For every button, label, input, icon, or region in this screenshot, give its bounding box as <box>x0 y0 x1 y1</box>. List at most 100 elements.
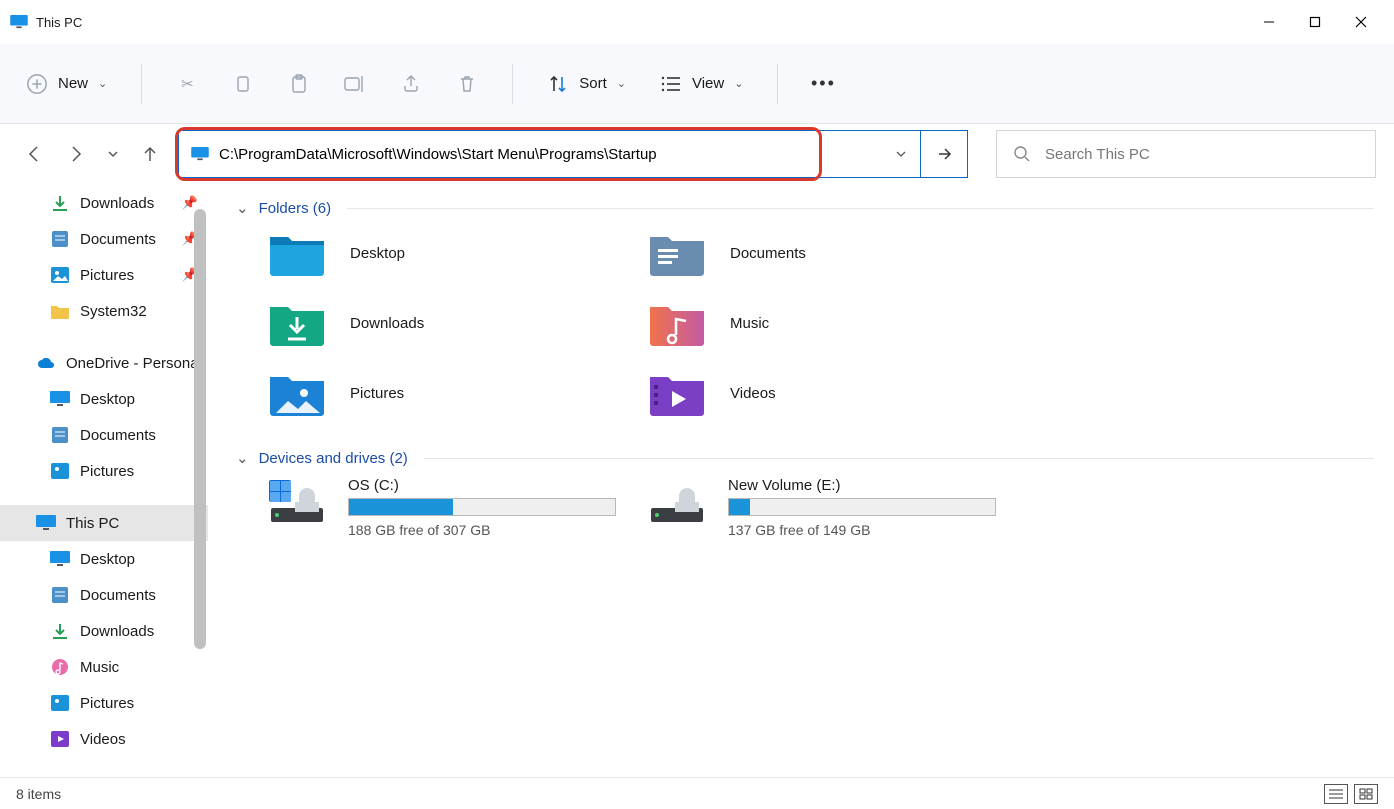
folder-videos[interactable]: Videos <box>646 367 1026 419</box>
pictures-icon <box>266 367 328 419</box>
desktop-icon <box>50 390 70 408</box>
drive-icon <box>646 477 708 525</box>
navigation-pane: Downloads📌 Documents📌 Pictures📌 System32… <box>0 185 208 777</box>
document-icon <box>50 230 70 248</box>
minimize-button[interactable] <box>1246 6 1292 38</box>
chevron-down-icon: ⌄ <box>617 77 626 90</box>
chevron-down-icon: ⌄ <box>236 449 249 467</box>
this-pc-icon <box>36 514 56 532</box>
pictures-icon <box>50 266 70 284</box>
address-go-button[interactable] <box>920 130 968 178</box>
new-label: New <box>58 75 88 92</box>
pictures-icon <box>50 694 70 712</box>
pictures-icon <box>50 462 70 480</box>
drive-usage-bar <box>348 498 616 516</box>
window-controls <box>1246 6 1384 38</box>
search-icon <box>1013 145 1031 163</box>
share-button[interactable] <box>388 65 434 103</box>
chevron-down-icon: ⌄ <box>734 77 743 90</box>
music-icon <box>646 297 708 349</box>
paste-button[interactable] <box>276 65 322 103</box>
ellipsis-icon: ••• <box>812 73 834 95</box>
sidebar-item-pc-videos[interactable]: Videos <box>0 721 208 757</box>
icons-view-button[interactable] <box>1354 784 1378 804</box>
desktop-icon <box>266 227 328 279</box>
toolbar: New ⌄ ✂ Sort ⌄ View ⌄ ••• <box>0 44 1394 124</box>
videos-icon <box>50 730 70 748</box>
folder-downloads[interactable]: Downloads <box>266 297 646 349</box>
folder-icon <box>50 302 70 320</box>
view-icon <box>660 73 682 95</box>
content-area: ⌄ Folders (6) Desktop Documents Download… <box>208 185 1394 777</box>
sidebar-item-pictures[interactable]: Pictures📌 <box>0 257 208 293</box>
sidebar-item-pc-pictures[interactable]: Pictures <box>0 685 208 721</box>
view-label: View <box>692 75 724 92</box>
sidebar-item-documents[interactable]: Documents📌 <box>0 221 208 257</box>
address-bar[interactable] <box>178 130 881 178</box>
copy-button[interactable] <box>220 65 266 103</box>
new-icon <box>26 73 48 95</box>
document-icon <box>50 426 70 444</box>
delete-button[interactable] <box>444 65 490 103</box>
view-button[interactable]: View ⌄ <box>648 65 755 103</box>
status-bar: 8 items <box>0 777 1394 809</box>
sidebar-scrollbar[interactable] <box>190 185 208 777</box>
folder-desktop[interactable]: Desktop <box>266 227 646 279</box>
search-placeholder: Search This PC <box>1045 146 1150 163</box>
back-button[interactable] <box>20 140 48 168</box>
sidebar-item-thispc[interactable]: This PC <box>0 505 208 541</box>
title-bar: This PC <box>0 0 1394 44</box>
item-count: 8 items <box>16 786 61 802</box>
sidebar-item-od-desktop[interactable]: Desktop <box>0 381 208 417</box>
forward-button[interactable] <box>62 140 90 168</box>
folder-music[interactable]: Music <box>646 297 1026 349</box>
folder-pictures[interactable]: Pictures <box>266 367 646 419</box>
videos-icon <box>646 367 708 419</box>
download-icon <box>50 194 70 212</box>
download-icon <box>50 622 70 640</box>
desktop-icon <box>50 550 70 568</box>
folders-section-header[interactable]: ⌄ Folders (6) <box>236 199 1374 217</box>
drive-usage-bar <box>728 498 996 516</box>
folder-documents[interactable]: Documents <box>646 227 1026 279</box>
clipboard-icon <box>288 73 310 95</box>
drive-c[interactable]: OS (C:) 188 GB free of 307 GB <box>266 477 646 538</box>
separator <box>777 64 778 104</box>
music-icon <box>50 658 70 676</box>
sort-button[interactable]: Sort ⌄ <box>535 65 638 103</box>
downloads-icon <box>266 297 328 349</box>
sidebar-item-downloads[interactable]: Downloads📌 <box>0 185 208 221</box>
maximize-button[interactable] <box>1292 6 1338 38</box>
up-button[interactable] <box>136 140 164 168</box>
sort-icon <box>547 73 569 95</box>
sidebar-item-pc-desktop[interactable]: Desktop <box>0 541 208 577</box>
sidebar-item-system32[interactable]: System32 <box>0 293 208 329</box>
trash-icon <box>456 73 478 95</box>
details-view-button[interactable] <box>1324 784 1348 804</box>
drive-e[interactable]: New Volume (E:) 137 GB free of 149 GB <box>646 477 1026 538</box>
cut-button[interactable]: ✂ <box>164 65 210 103</box>
chevron-down-icon: ⌄ <box>236 199 249 217</box>
this-pc-icon <box>191 147 209 161</box>
cloud-icon <box>36 354 56 372</box>
sidebar-item-od-pictures[interactable]: Pictures <box>0 453 208 489</box>
more-button[interactable]: ••• <box>800 65 846 103</box>
sidebar-item-od-documents[interactable]: Documents <box>0 417 208 453</box>
window-title: This PC <box>36 15 82 30</box>
new-button[interactable]: New ⌄ <box>14 65 119 103</box>
rename-icon <box>344 73 366 95</box>
address-history-dropdown[interactable] <box>881 130 921 178</box>
documents-icon <box>646 227 708 279</box>
search-box[interactable]: Search This PC <box>996 130 1376 178</box>
sidebar-item-pc-music[interactable]: Music <box>0 649 208 685</box>
drives-section-header[interactable]: ⌄ Devices and drives (2) <box>236 449 1374 467</box>
address-input[interactable] <box>219 146 869 163</box>
close-button[interactable] <box>1338 6 1384 38</box>
recent-dropdown[interactable] <box>104 140 122 168</box>
separator <box>141 64 142 104</box>
sidebar-item-pc-downloads[interactable]: Downloads <box>0 613 208 649</box>
sidebar-item-onedrive[interactable]: OneDrive - Personal <box>0 345 208 381</box>
separator <box>512 64 513 104</box>
sidebar-item-pc-documents[interactable]: Documents <box>0 577 208 613</box>
rename-button[interactable] <box>332 65 378 103</box>
